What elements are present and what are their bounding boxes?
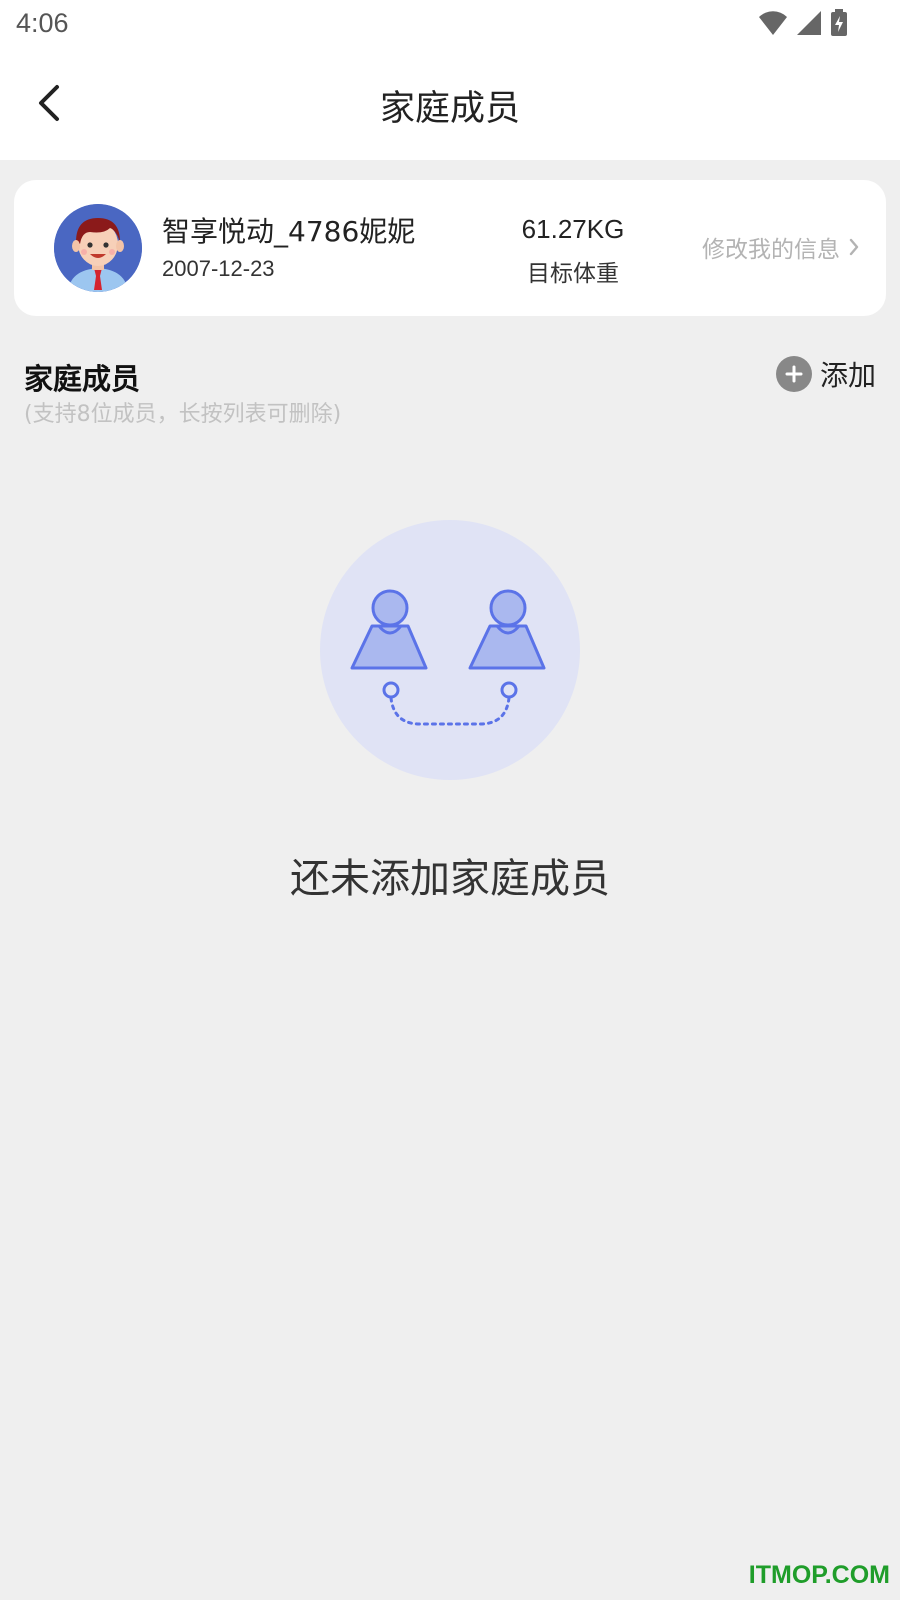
target-weight-label: 目标体重 <box>527 261 619 287</box>
empty-state-illustration <box>320 520 580 780</box>
family-section-title: 家庭成员 <box>24 362 141 396</box>
page-title: 家庭成员 <box>379 89 520 129</box>
edit-my-info-label: 修改我的信息 <box>702 237 840 263</box>
target-weight-value: 61.27KG <box>521 214 625 244</box>
plus-icon <box>775 356 812 392</box>
nav-bar: 家庭成员 <box>0 52 900 160</box>
status-bar: 4:06 <box>0 0 900 52</box>
add-member-button[interactable]: 添加 <box>775 354 876 394</box>
user-birthday: 2007-12-23 <box>162 256 275 281</box>
user-name: 智享悦动_4786妮妮 <box>162 215 416 248</box>
empty-state-message: 还未添加家庭成员 <box>290 856 610 902</box>
status-icons <box>758 8 848 38</box>
family-members-icon <box>350 589 546 726</box>
battery-icon <box>831 9 847 36</box>
chevron-right-icon <box>849 238 859 256</box>
profile-card[interactable]: 智享悦动_4786妮妮 2007-12-23 61.27KG 目标体重 修改我的… <box>14 180 886 316</box>
watermark: ITMOP.COM <box>748 1561 890 1589</box>
wifi-icon <box>759 11 787 36</box>
avatar <box>54 204 142 292</box>
avatar-icon <box>54 204 142 292</box>
edit-my-info-link[interactable]: 修改我的信息 <box>702 230 860 264</box>
signal-icon <box>797 11 821 35</box>
family-section-subtitle: (支持8位成员，长按列表可删除) <box>24 402 342 427</box>
add-member-label: 添加 <box>819 359 876 392</box>
status-time: 4:06 <box>16 8 69 38</box>
